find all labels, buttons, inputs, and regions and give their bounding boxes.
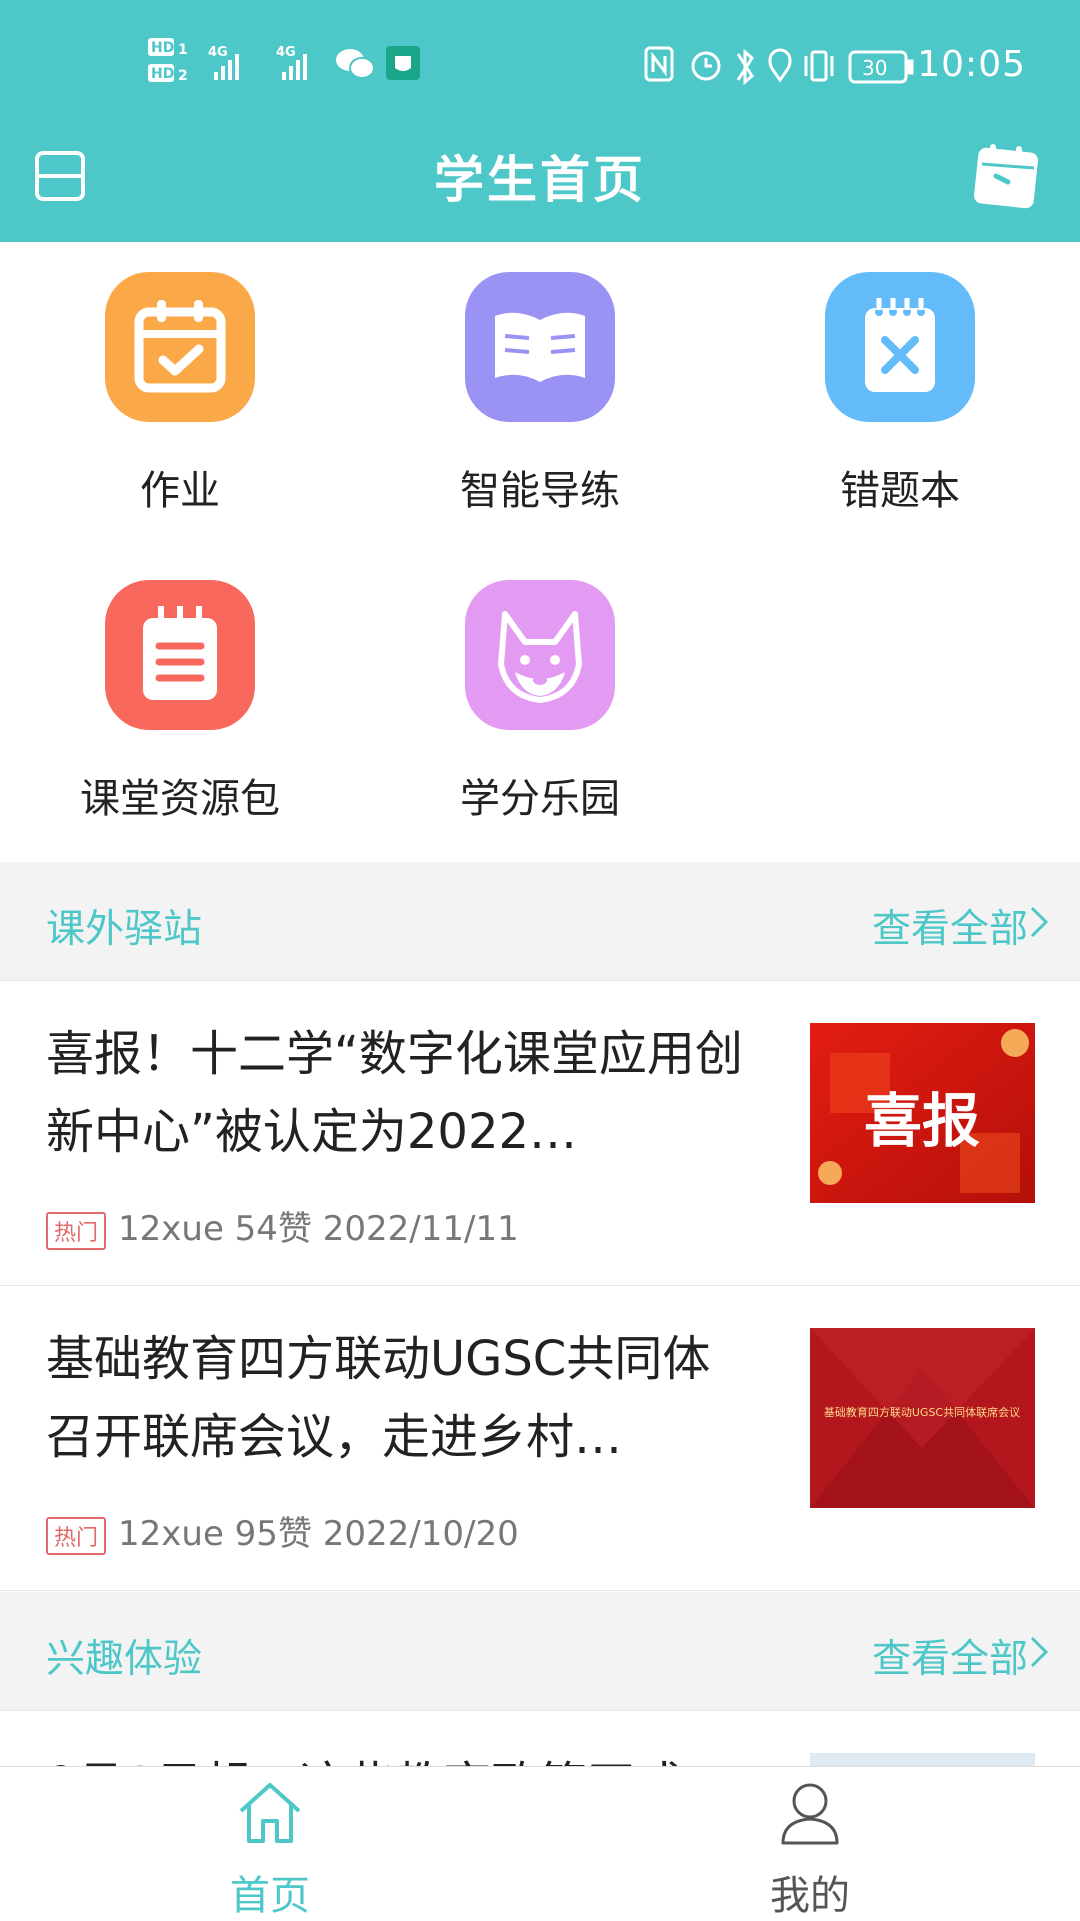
home-icon	[239, 1783, 301, 1843]
status-left-icons: HD 1 HD 2 4G 4G	[148, 38, 420, 84]
svg-text:HD: HD	[151, 40, 174, 56]
status-right-icons: 30	[644, 46, 914, 86]
svg-text:HD: HD	[151, 66, 174, 82]
news-meta: 热门 12xue 95赞 2022/10/20	[46, 1506, 519, 1555]
svg-text:1: 1	[178, 42, 188, 58]
chevron-right-icon	[1030, 1636, 1049, 1668]
grid-item-label: 作业	[140, 468, 220, 514]
section-title: 课外驿站	[46, 907, 203, 952]
grid-item-mistake-book[interactable]: 错题本	[750, 272, 1050, 552]
news-item[interactable]: 基础教育四方联动UGSC共同体召开联席会议，走进乡村… 热门 12xue 95赞 …	[0, 1286, 1080, 1591]
section-header-extracurricular: 课外驿站 查看全部	[0, 862, 1080, 981]
calendar-icon[interactable]	[970, 140, 1042, 212]
clock: 10:05	[917, 44, 1026, 85]
grid-item-label: 课堂资源包	[80, 776, 280, 822]
grid-item-credit-park[interactable]: 学分乐园	[390, 580, 690, 860]
svg-text:4G: 4G	[276, 45, 296, 60]
page-title: 学生首页	[434, 151, 646, 209]
hot-badge: 热门	[46, 1211, 107, 1250]
grid-item-class-resources[interactable]: 课堂资源包	[30, 580, 330, 860]
grid-item-smart-practice[interactable]: 智能导练	[390, 272, 690, 552]
view-all-link[interactable]: 查看全部	[872, 898, 1028, 954]
calendar-check-icon	[105, 272, 255, 422]
svg-text:2: 2	[178, 68, 188, 84]
grid-item-label: 智能导练	[460, 468, 620, 514]
news-item-partial[interactable]: 9月1日起，这些教育政策正式	[0, 1711, 1080, 1766]
news-meta: 热门 12xue 54赞 2022/11/11	[46, 1201, 519, 1250]
section-header-interest: 兴趣体验 查看全部	[0, 1592, 1080, 1711]
view-all-link[interactable]: 查看全部	[872, 1628, 1028, 1684]
grid-item-label: 错题本	[840, 468, 960, 514]
news-stats: 12xue 95赞 2022/10/20	[118, 1514, 519, 1554]
section-title: 兴趣体验	[46, 1637, 203, 1682]
grid-item-homework[interactable]: 作业	[30, 272, 330, 552]
notepad-list-icon	[105, 580, 255, 730]
news-thumbnail: 基础教育四方联动UGSC共同体联席会议	[810, 1328, 1035, 1508]
thumbnail-text: 喜报	[864, 1087, 980, 1155]
hot-badge: 热门	[46, 1516, 107, 1555]
tab-label: 首页	[230, 1873, 310, 1919]
header-bar: HD 1 HD 2 4G 4G 30 10:05 学生首页	[0, 0, 1080, 242]
battery-level: 30	[862, 56, 887, 80]
chevron-right-icon	[1030, 906, 1049, 938]
open-book-icon	[465, 272, 615, 422]
news-item[interactable]: 喜报！十二学“数字化课堂应用创新中心”被认定为2022… 热门 12xue 54赞…	[0, 981, 1080, 1286]
news-title: 9月1日起，这些教育政策正式	[46, 1745, 683, 1766]
fox-icon	[465, 580, 615, 730]
news-title: 基础教育四方联动UGSC共同体召开联席会议，走进乡村…	[46, 1331, 711, 1465]
user-icon	[781, 1783, 839, 1845]
svg-text:4G: 4G	[208, 45, 228, 60]
tab-profile[interactable]: 我的	[660, 1767, 960, 1921]
news-thumbnail: 喜报	[810, 1023, 1035, 1203]
news-stats: 12xue 54赞 2022/11/11	[118, 1209, 519, 1249]
tab-label: 我的	[770, 1873, 850, 1919]
thumbnail-text: 基础教育四方联动UGSC共同体联席会议	[824, 1405, 1020, 1419]
notebook-x-icon	[825, 272, 975, 422]
news-thumbnail	[810, 1753, 1035, 1766]
grid-item-label: 学分乐园	[460, 776, 620, 822]
news-title: 喜报！十二学“数字化课堂应用创新中心”被认定为2022…	[46, 1026, 743, 1160]
status-bar-left: HD 1 HD 2 4G 4G	[148, 36, 438, 92]
bottom-nav: 首页 我的	[0, 1766, 1080, 1921]
tab-home[interactable]: 首页	[120, 1767, 420, 1921]
